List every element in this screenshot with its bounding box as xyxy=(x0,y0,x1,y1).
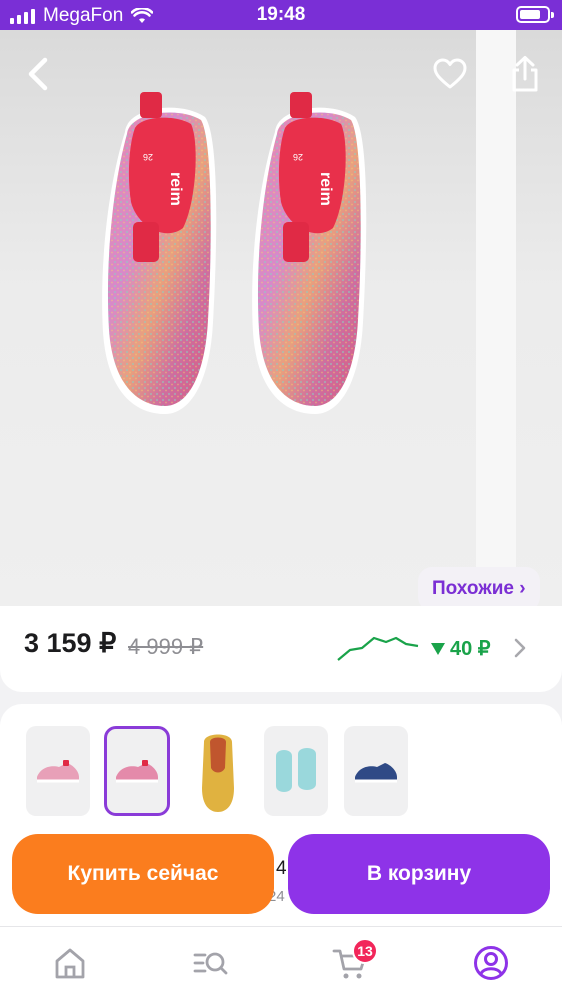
variant-thumb-1[interactable] xyxy=(26,726,90,816)
status-time: 19:48 xyxy=(256,4,306,25)
favorite-button[interactable] xyxy=(428,52,472,96)
buy-now-label: Купить сейчас xyxy=(67,862,219,885)
add-to-cart-button[interactable]: В корзину xyxy=(288,834,550,914)
share-button[interactable] xyxy=(503,52,547,96)
variant-thumb-2-selected[interactable] xyxy=(104,726,170,816)
variant-thumb-3[interactable] xyxy=(186,726,250,816)
chevron-right-icon[interactable] xyxy=(512,636,528,660)
next-image-edge xyxy=(476,30,516,608)
similar-products-label: Похожие › xyxy=(432,578,526,599)
svg-text:26: 26 xyxy=(143,152,153,162)
home-icon[interactable] xyxy=(52,945,88,981)
catalog-search-icon[interactable] xyxy=(192,945,228,981)
similar-products-button[interactable]: Похожие › xyxy=(418,567,540,608)
old-price: 4 999 ₽ xyxy=(128,634,204,659)
variant-image xyxy=(37,760,79,783)
back-arrow-icon xyxy=(28,57,48,91)
price-drop-value: 40 ₽ xyxy=(450,638,491,660)
heart-icon xyxy=(433,58,467,89)
back-button[interactable] xyxy=(16,52,60,96)
svg-text:reim: reim xyxy=(167,172,184,206)
price-drop: 40 ₽ xyxy=(430,636,491,661)
current-price: 3 159 ₽ xyxy=(24,628,117,658)
price-history-sparkline[interactable] xyxy=(336,632,420,664)
variant-thumb-5[interactable] xyxy=(344,726,408,816)
triangle-down-icon xyxy=(431,642,445,655)
status-bar: MegaFon 19:48 xyxy=(0,0,562,30)
svg-text:reim: reim xyxy=(317,172,334,206)
buy-now-button[interactable]: Купить сейчас xyxy=(12,834,274,914)
variant-image xyxy=(355,763,397,783)
profile-icon[interactable] xyxy=(473,945,509,981)
add-to-cart-label: В корзину xyxy=(366,862,472,885)
svg-text:26: 26 xyxy=(293,152,303,162)
partially-hidden-text: 4 xyxy=(276,858,287,879)
tab-bar xyxy=(0,926,562,1000)
variant-thumb-4[interactable] xyxy=(264,726,328,816)
cart-count-badge: 13 xyxy=(352,938,378,964)
share-icon xyxy=(512,56,538,92)
battery-icon xyxy=(516,6,554,23)
product-gallery[interactable]: reim 26 reim 26 Похожие › xyxy=(0,30,562,608)
variant-image xyxy=(116,760,158,783)
variant-image xyxy=(202,734,234,812)
variant-image xyxy=(276,748,316,792)
product-image[interactable]: reim 26 reim 26 xyxy=(95,92,385,422)
